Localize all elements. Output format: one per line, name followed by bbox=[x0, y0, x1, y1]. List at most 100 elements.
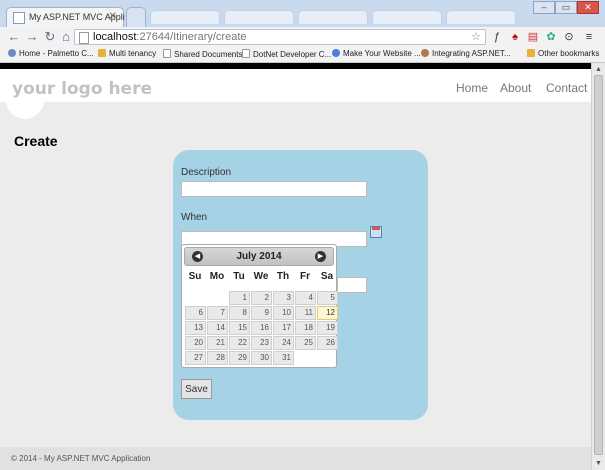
next-month-icon[interactable]: ▶ bbox=[315, 251, 326, 262]
url-text: localhost:27644/Itinerary/create bbox=[93, 31, 247, 43]
address-bar[interactable]: localhost:27644/Itinerary/create ☆ bbox=[74, 29, 486, 45]
browser-tab-background[interactable] bbox=[150, 10, 220, 24]
hidden-input-edge[interactable] bbox=[337, 277, 367, 293]
browser-tab-active[interactable]: My ASP.NET MVC Appli ✕ bbox=[6, 7, 125, 27]
calendar-day[interactable]: 15 bbox=[229, 321, 250, 335]
weekday-header: Su bbox=[188, 271, 202, 282]
calendar-day[interactable]: 28 bbox=[207, 351, 228, 365]
menu-icon[interactable]: ≡ bbox=[582, 30, 596, 44]
weekday-header: Sa bbox=[320, 271, 334, 282]
bookmark-home-palmetto[interactable]: Home - Palmetto C... bbox=[8, 49, 94, 58]
calendar-day[interactable]: 7 bbox=[207, 306, 228, 320]
bookmark-integrating-aspnet[interactable]: Integrating ASP.NET... bbox=[421, 49, 511, 58]
calendar-day[interactable]: 10 bbox=[273, 306, 294, 320]
logo-decoration bbox=[6, 99, 44, 119]
calendar-day[interactable]: 18 bbox=[295, 321, 316, 335]
globe-icon bbox=[8, 49, 16, 57]
description-input[interactable] bbox=[181, 181, 367, 197]
extension-clock-icon[interactable]: ⊙ bbox=[562, 30, 576, 44]
site-footer: © 2014 - My ASP.NET MVC Application bbox=[0, 447, 591, 470]
calendar-day[interactable]: 1 bbox=[229, 291, 250, 305]
extension-hat-icon[interactable]: ♠ bbox=[508, 30, 522, 44]
calendar-day[interactable]: 13 bbox=[185, 321, 206, 335]
calendar-day[interactable]: 26 bbox=[317, 336, 338, 350]
calendar-day[interactable]: 16 bbox=[251, 321, 272, 335]
window-controls: – ▭ ✕ bbox=[533, 1, 601, 15]
calendar-day[interactable]: 2 bbox=[251, 291, 272, 305]
browser-tab-background[interactable] bbox=[298, 10, 368, 24]
new-tab-button[interactable] bbox=[126, 7, 146, 27]
folder-icon bbox=[98, 49, 106, 57]
datepicker-month-title: July 2014 bbox=[236, 251, 282, 262]
browser-tab-background[interactable] bbox=[224, 10, 294, 24]
page-favicon-icon bbox=[13, 12, 25, 24]
bookmark-make-your-website[interactable]: Make Your Website ... bbox=[332, 49, 421, 58]
nav-home-link[interactable]: Home bbox=[456, 81, 488, 95]
reload-icon[interactable]: ↻ bbox=[42, 29, 58, 45]
calendar-day[interactable]: 25 bbox=[295, 336, 316, 350]
footer-copyright: © 2014 - My ASP.NET MVC Application bbox=[11, 454, 151, 463]
bookmark-shared-documents[interactable]: Shared Documents bbox=[163, 49, 242, 59]
avatar-icon bbox=[421, 49, 429, 57]
calendar-icon[interactable] bbox=[370, 226, 382, 238]
browser-tab-background[interactable] bbox=[372, 10, 442, 24]
calendar-day[interactable]: 27 bbox=[185, 351, 206, 365]
calendar-day[interactable]: 20 bbox=[185, 336, 206, 350]
calendar-day[interactable]: 8 bbox=[229, 306, 250, 320]
calendar-day-today[interactable]: 12 bbox=[317, 306, 338, 320]
calendar-day[interactable]: 3 bbox=[273, 291, 294, 305]
page-icon bbox=[242, 49, 250, 58]
weekday-header: Mo bbox=[209, 271, 225, 282]
calendar-day[interactable]: 6 bbox=[185, 306, 206, 320]
scrollbar-thumb[interactable] bbox=[594, 75, 603, 455]
back-arrow-icon[interactable]: ← bbox=[6, 29, 22, 45]
bookmark-multi-tenancy[interactable]: Multi tenancy bbox=[98, 49, 156, 58]
site-header: your logo here Home About Contact bbox=[0, 69, 591, 119]
browser-tab-strip: My ASP.NET MVC Appli ✕ – ▭ ✕ bbox=[0, 0, 605, 27]
calendar-day[interactable]: 5 bbox=[317, 291, 338, 305]
bookmark-other[interactable]: Other bookmarks bbox=[527, 49, 599, 58]
google-icon bbox=[332, 49, 340, 57]
folder-icon bbox=[527, 49, 535, 57]
page-icon bbox=[79, 32, 89, 44]
calendar-day[interactable]: 31 bbox=[273, 351, 294, 365]
calendar-day[interactable]: 4 bbox=[295, 291, 316, 305]
bookmark-dotnet-developer[interactable]: DotNet Developer C... bbox=[242, 49, 331, 59]
calendar-day[interactable]: 24 bbox=[273, 336, 294, 350]
calendar-day[interactable]: 30 bbox=[251, 351, 272, 365]
scroll-up-icon[interactable]: ▲ bbox=[593, 64, 604, 75]
calendar-day[interactable]: 17 bbox=[273, 321, 294, 335]
datepicker-header: ◀ July 2014 ▶ bbox=[184, 247, 334, 266]
nav-about-link[interactable]: About bbox=[500, 81, 531, 95]
weekday-header: Th bbox=[276, 271, 290, 282]
calendar-day[interactable]: 23 bbox=[251, 336, 272, 350]
forward-arrow-icon[interactable]: → bbox=[24, 29, 40, 45]
calendar-day[interactable]: 22 bbox=[229, 336, 250, 350]
home-icon[interactable]: ⌂ bbox=[58, 29, 74, 45]
datepicker-popup: ◀ July 2014 ▶ Su Mo Tu We Th Fr Sa 1 2 3 4 5 6 7 8 9 10 1… bbox=[181, 244, 338, 368]
browser-toolbar: ← → ↻ ⌂ localhost:27644/Itinerary/create… bbox=[0, 27, 605, 49]
extension-fx-icon[interactable]: ƒ bbox=[490, 30, 504, 44]
extension-color-icon[interactable]: ✿ bbox=[544, 30, 558, 44]
calendar-day[interactable]: 9 bbox=[251, 306, 272, 320]
when-label: When bbox=[181, 212, 208, 223]
site-logo[interactable]: your logo here bbox=[12, 79, 152, 99]
browser-tab-background[interactable] bbox=[446, 10, 516, 24]
calendar-day[interactable]: 29 bbox=[229, 351, 250, 365]
bookmark-star-icon[interactable]: ☆ bbox=[471, 30, 481, 43]
close-tab-icon[interactable]: ✕ bbox=[109, 11, 117, 22]
vertical-scrollbar[interactable]: ▲ ▼ bbox=[591, 63, 605, 470]
nav-contact-link[interactable]: Contact bbox=[546, 81, 587, 95]
calendar-day[interactable]: 19 bbox=[317, 321, 338, 335]
minimize-icon[interactable]: – bbox=[533, 1, 555, 14]
save-button[interactable]: Save bbox=[181, 379, 212, 399]
extension-new-icon[interactable]: ▤ bbox=[526, 30, 540, 44]
window-close-icon[interactable]: ✕ bbox=[577, 1, 599, 14]
scroll-down-icon[interactable]: ▼ bbox=[593, 458, 604, 469]
bookmarks-bar: Home - Palmetto C... Multi tenancy Share… bbox=[0, 48, 605, 63]
calendar-day[interactable]: 14 bbox=[207, 321, 228, 335]
calendar-day[interactable]: 11 bbox=[295, 306, 316, 320]
weekday-header: Tu bbox=[233, 271, 245, 282]
maximize-icon[interactable]: ▭ bbox=[555, 1, 577, 14]
calendar-day[interactable]: 21 bbox=[207, 336, 228, 350]
